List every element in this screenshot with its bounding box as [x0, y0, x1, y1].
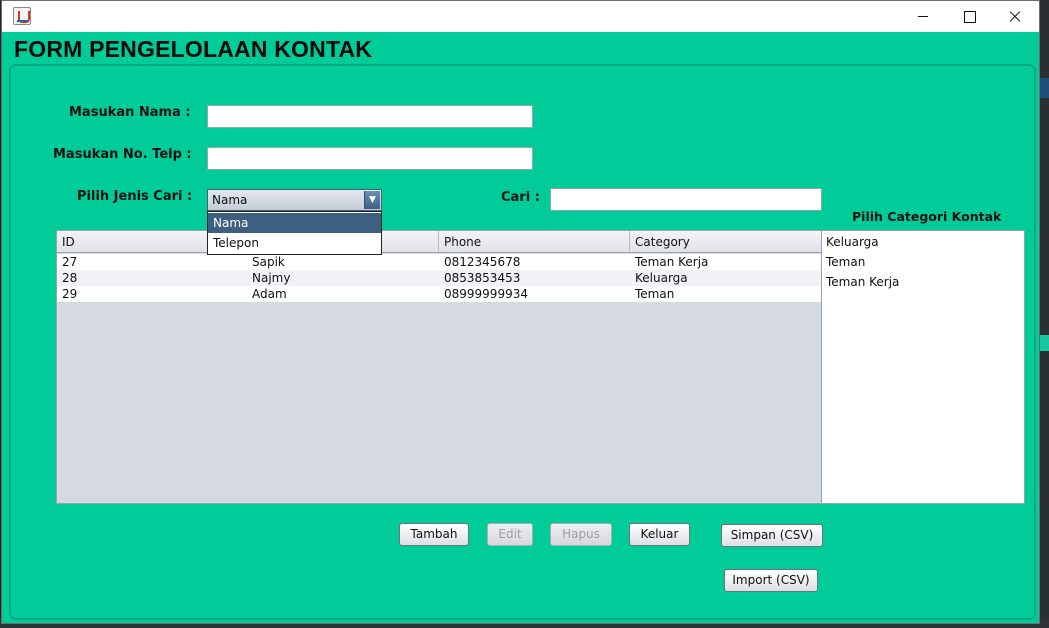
nama-label: Masukan Nama : — [69, 105, 191, 120]
column-header-category[interactable]: Category — [630, 231, 821, 252]
table-header: ID Nama Phone Category — [57, 231, 821, 253]
dropdown-option-nama[interactable]: Nama — [208, 213, 381, 233]
category-list: Keluarga Teman Teman Kerja — [821, 230, 1025, 504]
background-window-edge — [1040, 0, 1049, 628]
chevron-down-icon[interactable]: ▼ — [364, 191, 380, 209]
form-title: FORM PENGELOLAAN KONTAK — [14, 36, 373, 62]
cell-phone: 0812345678 — [444, 255, 521, 269]
table-row[interactable]: 27 Sapik 0812345678 Teman Kerja — [57, 254, 821, 270]
cell-category: Teman Kerja — [635, 255, 709, 269]
table-row[interactable]: 28 Najmy 0853853453 Keluarga — [57, 270, 821, 286]
keluar-button[interactable]: Keluar — [629, 523, 690, 546]
category-item[interactable]: Teman Kerja — [826, 275, 899, 289]
cari-label: Cari : — [501, 190, 540, 205]
category-list-title: Pilih Categori Kontak — [852, 209, 1002, 224]
category-item[interactable]: Keluarga — [826, 235, 879, 249]
close-button[interactable] — [992, 1, 1038, 32]
title-bar — [2, 1, 1039, 32]
tambah-button[interactable]: Tambah — [399, 523, 469, 546]
cell-nama: Sapik — [252, 255, 285, 269]
cell-phone: 08999999934 — [444, 287, 528, 301]
jenis-cari-combobox[interactable]: Nama ▼ — [207, 189, 382, 211]
nama-input[interactable] — [207, 105, 533, 128]
category-item[interactable]: Teman — [826, 255, 865, 269]
cell-phone: 0853853453 — [444, 271, 521, 285]
background-accent — [1040, 78, 1049, 98]
maximize-button[interactable] — [946, 1, 992, 32]
minimize-button[interactable] — [900, 1, 946, 32]
java-app-icon — [13, 7, 31, 25]
cell-id: 29 — [62, 287, 78, 301]
column-header-phone[interactable]: Phone — [439, 231, 630, 252]
background-accent — [1040, 335, 1049, 351]
cell-id: 27 — [62, 255, 78, 269]
simpan-csv-button[interactable]: Simpan (CSV) — [721, 524, 823, 547]
import-csv-button[interactable]: Import (CSV) — [724, 569, 818, 592]
edit-button[interactable]: Edit — [487, 523, 533, 546]
jenis-cari-label: Pilih Jenis Cari : — [77, 189, 193, 204]
telp-label: Masukan No. Telp : — [53, 147, 192, 162]
cell-category: Teman — [635, 287, 675, 301]
cell-category: Keluarga — [635, 271, 688, 285]
cell-nama: Najmy — [252, 271, 291, 285]
telp-input[interactable] — [207, 147, 533, 170]
dropdown-option-telepon[interactable]: Telepon — [208, 233, 381, 253]
cell-id: 28 — [62, 271, 78, 285]
jenis-cari-dropdown: Nama Telepon — [207, 211, 382, 255]
jenis-cari-selected: Nama — [212, 193, 248, 207]
cell-nama: Adam — [252, 287, 287, 301]
cari-input[interactable] — [550, 188, 822, 211]
contact-table: ID Nama Phone Category 27 Sapik 08123456… — [56, 230, 822, 504]
table-row[interactable]: 29 Adam 08999999934 Teman — [57, 286, 821, 302]
hapus-button[interactable]: Hapus — [550, 523, 612, 546]
app-window: FORM PENGELOLAAN KONTAK Masukan Nama : M… — [1, 0, 1040, 624]
